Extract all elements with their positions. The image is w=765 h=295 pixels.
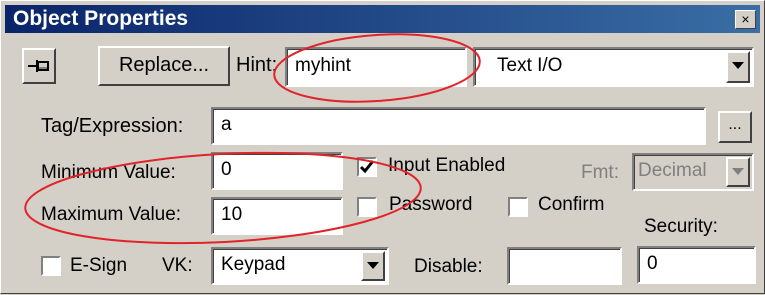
type-select-arrow[interactable]	[726, 51, 750, 83]
disable-label: Disable:	[414, 256, 483, 277]
ellipsis-icon: ...	[728, 116, 742, 133]
pin-icon	[28, 60, 49, 72]
window-title: Object Properties	[13, 7, 189, 30]
maximum-value: 10	[221, 204, 243, 225]
vk-select[interactable]: Keypad	[211, 247, 389, 285]
password-checkbox[interactable]	[357, 197, 377, 217]
security-value: 0	[647, 253, 658, 274]
tag-expression-label: Tag/Expression:	[41, 115, 184, 137]
type-select[interactable]: Text I/O	[473, 47, 754, 87]
fmt-label: Fmt:	[581, 162, 619, 183]
close-icon: ×	[741, 11, 750, 27]
minimum-value: 0	[221, 159, 232, 180]
disable-input[interactable]	[507, 247, 622, 285]
vk-label: VK:	[162, 255, 193, 276]
tag-browse-button[interactable]: ...	[718, 111, 752, 143]
check-icon	[359, 160, 375, 174]
vk-select-arrow[interactable]	[361, 251, 385, 281]
tag-expression-value: a	[221, 114, 232, 135]
close-button[interactable]: ×	[735, 10, 756, 29]
confirm-label: Confirm	[538, 194, 605, 215]
fmt-select[interactable]: Decimal	[632, 153, 754, 191]
minimum-value-label: Minimum Value:	[41, 162, 176, 183]
fmt-select-value: Decimal	[638, 160, 707, 181]
title-bar[interactable]: Object Properties ×	[5, 5, 760, 33]
object-properties-window: Object Properties × Replace... Hint: myh…	[0, 0, 765, 294]
password-label: Password	[389, 194, 473, 215]
esign-checkbox[interactable]	[41, 256, 61, 276]
hint-label: Hint:	[236, 54, 278, 76]
replace-button-label: Replace...	[118, 54, 210, 76]
minimum-value-input[interactable]: 0	[211, 152, 343, 190]
hint-value: myhint	[295, 55, 351, 76]
pin-button[interactable]	[22, 48, 56, 84]
input-enabled-checkbox[interactable]	[357, 157, 377, 177]
security-label: Security:	[644, 216, 718, 237]
security-input[interactable]: 0	[637, 246, 756, 284]
type-select-value: Text I/O	[497, 55, 563, 76]
esign-label: E-Sign	[70, 255, 128, 276]
chevron-down-icon	[732, 168, 744, 175]
hint-input[interactable]: myhint	[285, 47, 467, 87]
fmt-select-arrow[interactable]	[726, 157, 750, 187]
input-enabled-label: Input Enabled	[388, 155, 506, 176]
confirm-checkbox[interactable]	[508, 197, 528, 217]
chevron-down-icon	[367, 262, 379, 269]
maximum-value-label: Maximum Value:	[41, 204, 182, 225]
maximum-value-input[interactable]: 10	[211, 197, 343, 235]
tag-expression-input[interactable]: a	[211, 107, 706, 145]
vk-select-value: Keypad	[221, 254, 286, 275]
replace-button[interactable]: Replace...	[98, 46, 230, 86]
chevron-down-icon	[732, 62, 744, 69]
